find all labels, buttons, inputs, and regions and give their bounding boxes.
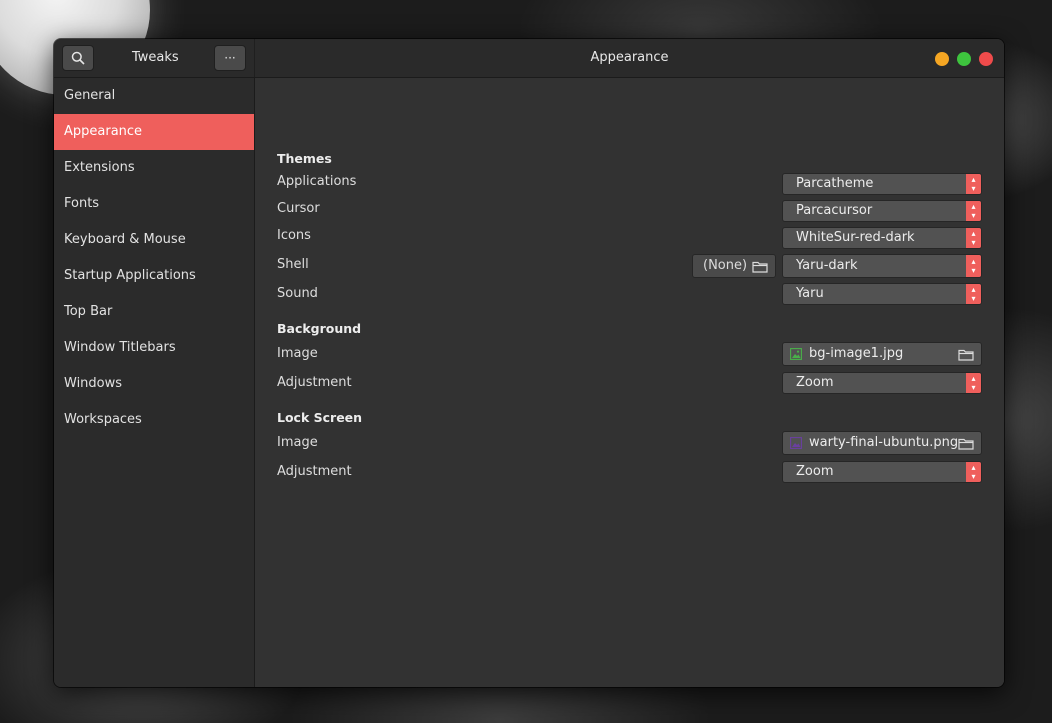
sidebar-item-window-titlebars[interactable]: Window Titlebars: [54, 330, 254, 366]
close-button[interactable]: [979, 52, 993, 66]
search-icon: [71, 51, 85, 65]
maximize-button[interactable]: [957, 52, 971, 66]
icons-theme-value: WhiteSur-red-dark: [796, 230, 915, 245]
chevron-up-down-icon: ▴ ▾: [966, 174, 981, 194]
header-bar: Tweaks ··· Appearance: [54, 39, 1004, 78]
icons-label: Icons: [277, 228, 311, 243]
sound-theme-value: Yaru: [796, 286, 824, 301]
lock-screen-adjustment-label: Adjustment: [277, 464, 352, 479]
background-adjustment-label: Adjustment: [277, 375, 352, 390]
chevron-up-down-icon: ▴ ▾: [966, 462, 981, 482]
page-title: Appearance: [590, 50, 669, 65]
image-file-icon: [790, 437, 802, 449]
image-file-icon: [790, 348, 802, 360]
sidebar-item-top-bar[interactable]: Top Bar: [54, 294, 254, 330]
background-adjustment-select[interactable]: Zoom ▴ ▾: [782, 372, 982, 394]
chevron-up-down-icon: ▴ ▾: [966, 228, 981, 248]
sidebar-item-appearance[interactable]: Appearance: [54, 114, 254, 150]
sidebar-item-keyboard-mouse[interactable]: Keyboard & Mouse: [54, 222, 254, 258]
lock-screen-adjustment-select[interactable]: Zoom ▴ ▾: [782, 461, 982, 483]
chevron-up-down-icon: ▴ ▾: [966, 373, 981, 393]
background-heading: Background: [277, 321, 362, 336]
sidebar-item-fonts[interactable]: Fonts: [54, 186, 254, 222]
chevron-up-down-icon: ▴ ▾: [966, 284, 981, 304]
sound-label: Sound: [277, 286, 318, 301]
background-image-label: Image: [277, 346, 318, 361]
sidebar-item-extensions[interactable]: Extensions: [54, 150, 254, 186]
lock-screen-adjustment-value: Zoom: [796, 464, 834, 479]
shell-theme-value: Yaru-dark: [796, 258, 858, 273]
sidebar-item-workspaces[interactable]: Workspaces: [54, 402, 254, 438]
folder-icon: [958, 438, 974, 450]
applications-theme-value: Parcatheme: [796, 176, 874, 191]
applications-label: Applications: [277, 174, 357, 189]
sidebar: General Appearance Extensions Fonts Keyb…: [54, 78, 255, 687]
cursor-theme-select[interactable]: Parcacursor ▴ ▾: [782, 200, 982, 222]
tweaks-window: Tweaks ··· Appearance General Appearance…: [54, 39, 1004, 687]
more-horizontal-icon: ···: [224, 51, 236, 65]
lock-screen-image-file-chooser[interactable]: warty-final-ubuntu.png: [782, 431, 982, 455]
applications-theme-select[interactable]: Parcatheme ▴ ▾: [782, 173, 982, 195]
background-image-value: bg-image1.jpg: [809, 346, 904, 361]
sidebar-item-general[interactable]: General: [54, 78, 254, 114]
icons-theme-select[interactable]: WhiteSur-red-dark ▴ ▾: [782, 227, 982, 249]
search-button[interactable]: [62, 45, 94, 71]
folder-icon: [752, 261, 768, 273]
cursor-theme-value: Parcacursor: [796, 203, 873, 218]
app-title: Tweaks: [132, 50, 179, 65]
background-image-file-chooser[interactable]: bg-image1.jpg: [782, 342, 982, 366]
appearance-panel: Themes Applications Parcatheme ▴ ▾ Cursor…: [255, 78, 1004, 687]
lock-screen-image-label: Image: [277, 435, 318, 450]
cursor-label: Cursor: [277, 201, 320, 216]
menu-button[interactable]: ···: [214, 45, 246, 71]
lock-screen-heading: Lock Screen: [277, 410, 363, 425]
folder-icon: [958, 349, 974, 361]
sound-theme-select[interactable]: Yaru ▴ ▾: [782, 283, 982, 305]
minimize-button[interactable]: [935, 52, 949, 66]
chevron-up-down-icon: ▴ ▾: [966, 201, 981, 221]
shell-theme-file-chooser[interactable]: (None): [692, 254, 776, 278]
chevron-up-down-icon: ▴ ▾: [966, 255, 981, 277]
sidebar-item-windows[interactable]: Windows: [54, 366, 254, 402]
background-adjustment-value: Zoom: [796, 375, 834, 390]
shell-theme-select[interactable]: Yaru-dark ▴ ▾: [782, 254, 982, 278]
sidebar-item-startup-applications[interactable]: Startup Applications: [54, 258, 254, 294]
shell-file-value: (None): [703, 258, 748, 273]
themes-heading: Themes: [277, 151, 332, 166]
shell-label: Shell: [277, 257, 309, 272]
lock-screen-image-value: warty-final-ubuntu.png: [809, 435, 959, 450]
